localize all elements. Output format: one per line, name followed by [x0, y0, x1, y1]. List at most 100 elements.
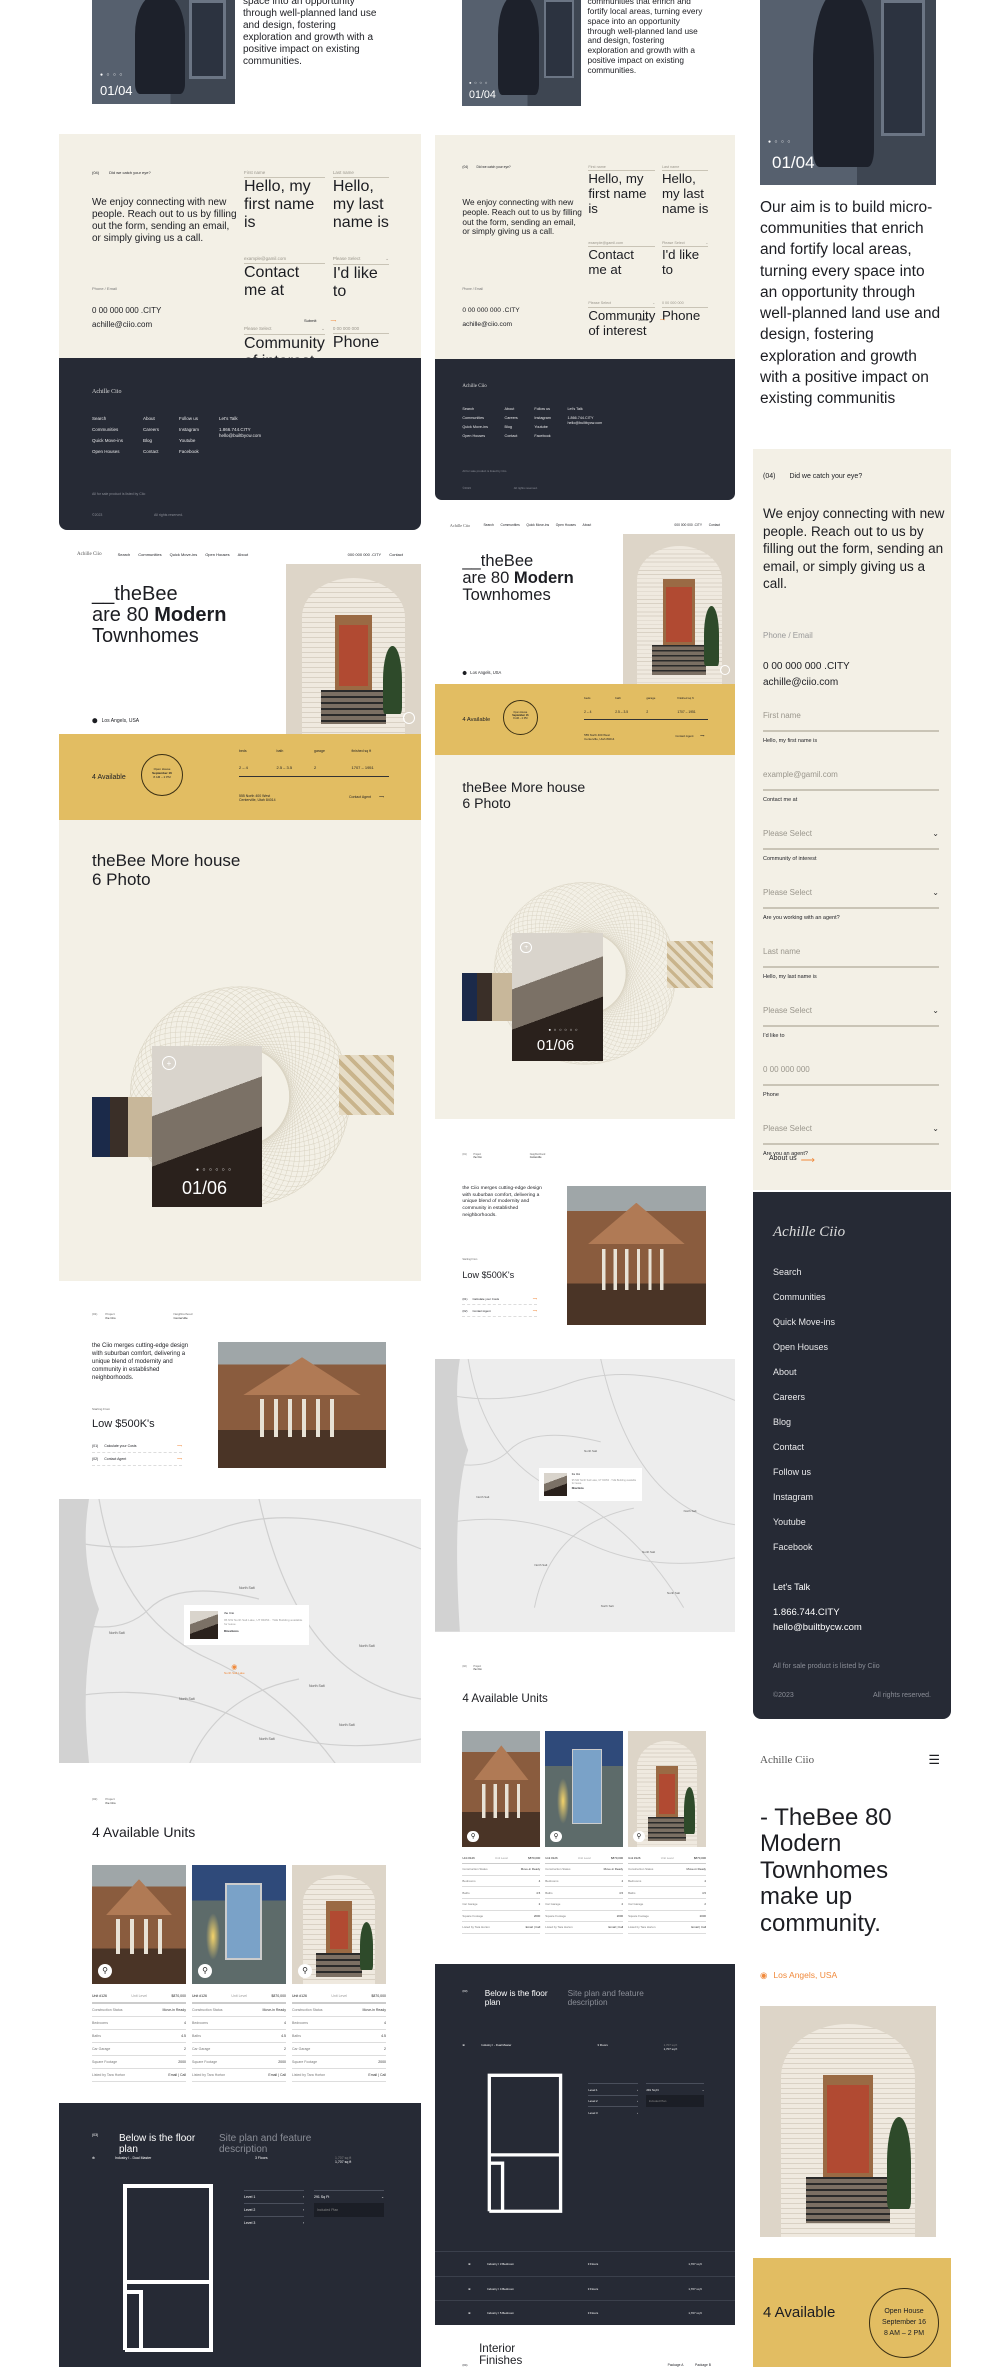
nav-contact[interactable]: Contact: [709, 523, 720, 527]
footer-link[interactable]: Youtube: [534, 425, 551, 429]
nav-phone[interactable]: 000 000 000 .CITY: [674, 523, 702, 527]
footer-link[interactable]: About: [143, 416, 159, 421]
action-link[interactable]: (02) Contact Agent ⟶: [92, 1453, 182, 1467]
play-icon[interactable]: [720, 665, 731, 676]
footer-link[interactable]: Follow us: [179, 416, 199, 421]
footer-email[interactable]: hello@builtbycw.com: [773, 1622, 931, 1633]
footer-link[interactable]: Instagram: [773, 1492, 931, 1502]
plan-row[interactable]: ⊕ Industry I 5 Bedroom 3 Floors 1,707 sq ft: [435, 2300, 735, 2325]
email-link[interactable]: achille@ciio.com: [763, 677, 838, 688]
package-tab[interactable]: Package A: [668, 2363, 684, 2367]
level-item[interactable]: Level 3 ›: [244, 2216, 304, 2229]
nav-item[interactable]: Search: [118, 552, 131, 557]
slide-dots[interactable]: ● ○ ○ ○ ○ ○: [196, 1167, 232, 1173]
nav-logo[interactable]: Achille Ciio: [77, 552, 102, 557]
footer-link[interactable]: Contact: [773, 1442, 931, 1452]
plan-row[interactable]: ⊕ Industry I 3 Bedroom 3 Floors 1,707 sq ft: [435, 2250, 735, 2276]
directions-link[interactable]: Directions: [224, 1629, 303, 1633]
play-icon[interactable]: [403, 712, 415, 724]
action-link[interactable]: (01) Calculate your Costs ⟶: [462, 1294, 537, 1306]
form-field[interactable]: First name Hello, my first name is: [763, 711, 939, 744]
footer-link[interactable]: Contact: [505, 434, 518, 438]
zoom-icon[interactable]: ⚲: [298, 1964, 312, 1978]
footer-link[interactable]: Communities: [92, 427, 123, 432]
footer-link[interactable]: Blog: [773, 1417, 931, 1427]
submit-button[interactable]: Submit ⟶: [638, 318, 665, 322]
footer-link[interactable]: Careers: [773, 1392, 931, 1402]
field-placeholder[interactable]: Please Select: [662, 241, 685, 245]
chevron-down-icon[interactable]: ⌄: [932, 888, 939, 897]
nav-item[interactable]: About: [238, 552, 248, 557]
footer-link[interactable]: Youtube: [773, 1517, 931, 1527]
about-us-link[interactable]: About us ⟶: [769, 1155, 815, 1166]
action-label[interactable]: Contact Agent: [472, 1309, 527, 1313]
footer-email[interactable]: hello@builtbycw.com: [219, 433, 261, 438]
chevron-down-icon[interactable]: ⌄: [705, 241, 708, 245]
footer-link[interactable]: Youtube: [179, 438, 199, 443]
form-field[interactable]: Last name Hello, my last name is: [332, 168, 389, 232]
footer-link[interactable]: Facebook: [179, 449, 199, 454]
field-placeholder[interactable]: 0 00 000 000: [763, 1065, 810, 1074]
contact-agent-link[interactable]: Contact Agent ⟶: [349, 795, 384, 799]
level-item[interactable]: Level 2 ›: [244, 2203, 304, 2216]
footer-link[interactable]: Communities: [462, 416, 488, 420]
footer-phone[interactable]: 1.866.744.CITY: [567, 416, 602, 420]
size-select[interactable]: 291 Sq Ft ⌄: [646, 2083, 705, 2095]
chevron-down-icon[interactable]: ⌄: [385, 256, 389, 262]
footer-link[interactable]: About: [773, 1367, 931, 1377]
field-placeholder[interactable]: First name: [588, 165, 606, 169]
nav-item[interactable]: Quick Move-ins: [170, 552, 198, 557]
footer-link[interactable]: Communities: [773, 1292, 931, 1302]
footer-link[interactable]: Quick Move-ins: [462, 425, 488, 429]
contact-agent-link[interactable]: Contact Agent ⟶: [675, 734, 704, 738]
footer-link[interactable]: Follow us: [534, 407, 551, 411]
submit-label[interactable]: Submit: [638, 318, 648, 322]
included-plan[interactable]: Included Plan: [314, 2203, 384, 2218]
form-field[interactable]: 0 00 000 000 Phone: [661, 300, 709, 338]
nav-item[interactable]: Open Houses: [556, 523, 576, 527]
level-item[interactable]: Level 1 ›: [588, 2083, 639, 2095]
footer-link[interactable]: Careers: [505, 416, 518, 420]
level-item[interactable]: Level 1 ›: [244, 2190, 304, 2203]
unit-card[interactable]: ⚲ Unit #126 Unit Level $870,000 Constructi…: [192, 1865, 286, 2082]
plan-row[interactable]: ⊕ Industry I 4 Bedroom 3 Floors 1,707 sq ft: [435, 2275, 735, 2301]
zoom-icon[interactable]: ⚲: [633, 1830, 645, 1843]
form-field[interactable]: Last name Hello, my last name is: [661, 163, 709, 216]
field-placeholder[interactable]: example@gamil.com: [763, 770, 838, 779]
slide-dots[interactable]: ● ○ ○ ○ ○ ○: [549, 1027, 579, 1032]
hamburger-menu-icon[interactable]: ☰: [928, 1752, 940, 1768]
chevron-down-icon[interactable]: ⌄: [932, 1124, 939, 1133]
contact-agent-label[interactable]: Contact Agent: [349, 795, 371, 799]
footer-link[interactable]: Search: [92, 416, 123, 421]
footer-link[interactable]: Open Houses: [773, 1342, 931, 1352]
field-placeholder[interactable]: Please Select: [763, 888, 812, 897]
field-placeholder[interactable]: example@gamil.com: [244, 256, 286, 261]
form-field[interactable]: example@gamil.com Contact me at: [588, 239, 656, 277]
expand-icon[interactable]: ⊕: [462, 2043, 464, 2051]
zoom-icon[interactable]: ⚲: [98, 1964, 112, 1978]
footer-logo[interactable]: Achille Ciio: [462, 384, 486, 389]
field-placeholder[interactable]: Please Select: [763, 1124, 812, 1133]
mobile-logo[interactable]: Achille Ciio: [760, 1754, 814, 1766]
row-value[interactable]: Email | Call: [368, 2073, 386, 2077]
footer-link[interactable]: Follow us: [773, 1467, 931, 1477]
footer-link[interactable]: Blog: [505, 425, 518, 429]
form-field[interactable]: Last name Hello, my last name is: [763, 947, 939, 980]
chevron-down-icon[interactable]: ⌄: [652, 301, 655, 305]
row-value[interactable]: Email | Call: [168, 2073, 186, 2077]
submit-label[interactable]: Submit: [304, 318, 316, 323]
field-placeholder[interactable]: First name: [244, 170, 265, 175]
footer-link[interactable]: Search: [773, 1267, 931, 1277]
unit-card[interactable]: ⚲ Unit #126 Unit Level $870,000 Constructi…: [545, 1731, 624, 1934]
level-item[interactable]: Level 3 ›: [588, 2106, 639, 2118]
form-field[interactable]: Please Select ⌄ Are you working with an ag…: [763, 888, 939, 921]
nav-item[interactable]: About: [583, 523, 592, 527]
footer-link[interactable]: Contact: [143, 449, 159, 454]
slide-dots[interactable]: ● ○ ○ ○: [469, 80, 488, 85]
form-field[interactable]: Please Select ⌄ I'd like to: [763, 1006, 939, 1039]
chevron-down-icon[interactable]: ⌄: [932, 829, 939, 838]
nav-contact[interactable]: Contact: [389, 552, 403, 557]
zoom-icon[interactable]: ⚲: [467, 1830, 479, 1843]
row-value[interactable]: Email | Call: [609, 1925, 624, 1929]
footer-link[interactable]: Blog: [143, 438, 159, 443]
